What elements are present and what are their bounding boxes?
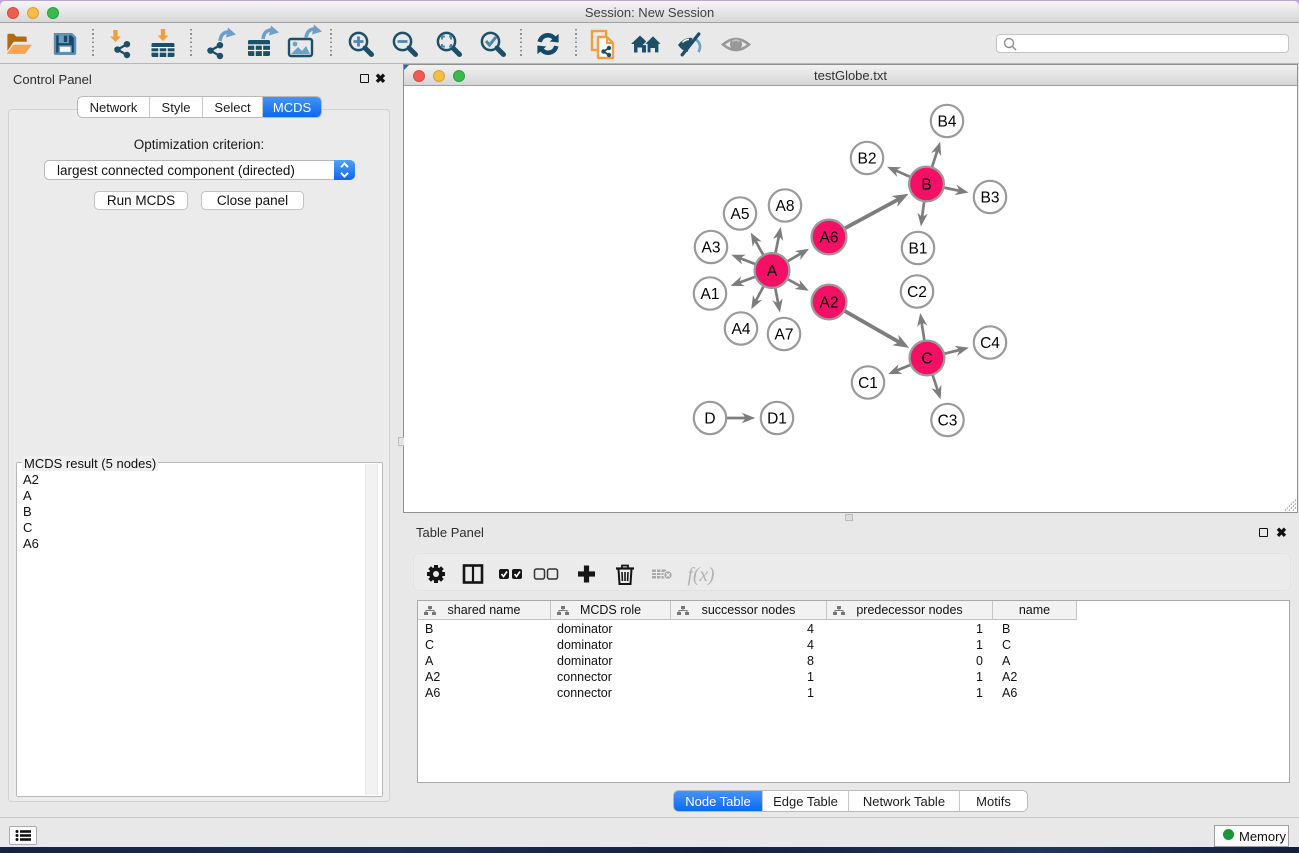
svg-text:A5: A5	[731, 206, 750, 223]
svg-text:C1: C1	[858, 375, 878, 392]
svg-text:A6: A6	[820, 230, 839, 247]
svg-text:C3: C3	[938, 413, 958, 430]
svg-text:A7: A7	[775, 327, 794, 344]
svg-text:B3: B3	[981, 190, 1000, 207]
svg-text:A3: A3	[702, 240, 721, 257]
svg-text:A4: A4	[732, 321, 751, 338]
svg-text:A8: A8	[776, 198, 795, 215]
svg-text:A1: A1	[701, 286, 720, 303]
svg-text:f(x): f(x)	[687, 565, 714, 586]
svg-text:C: C	[921, 351, 932, 368]
svg-text:B4: B4	[938, 114, 957, 131]
svg-text:B2: B2	[858, 151, 877, 168]
svg-text:D1: D1	[767, 411, 787, 428]
svg-text:D: D	[704, 411, 715, 428]
svg-text:A: A	[767, 263, 778, 280]
svg-text:C4: C4	[980, 335, 1000, 352]
svg-text:B1: B1	[909, 241, 928, 258]
svg-text:B: B	[921, 177, 931, 194]
svg-text:C2: C2	[907, 284, 927, 301]
svg-text:A2: A2	[820, 295, 839, 312]
